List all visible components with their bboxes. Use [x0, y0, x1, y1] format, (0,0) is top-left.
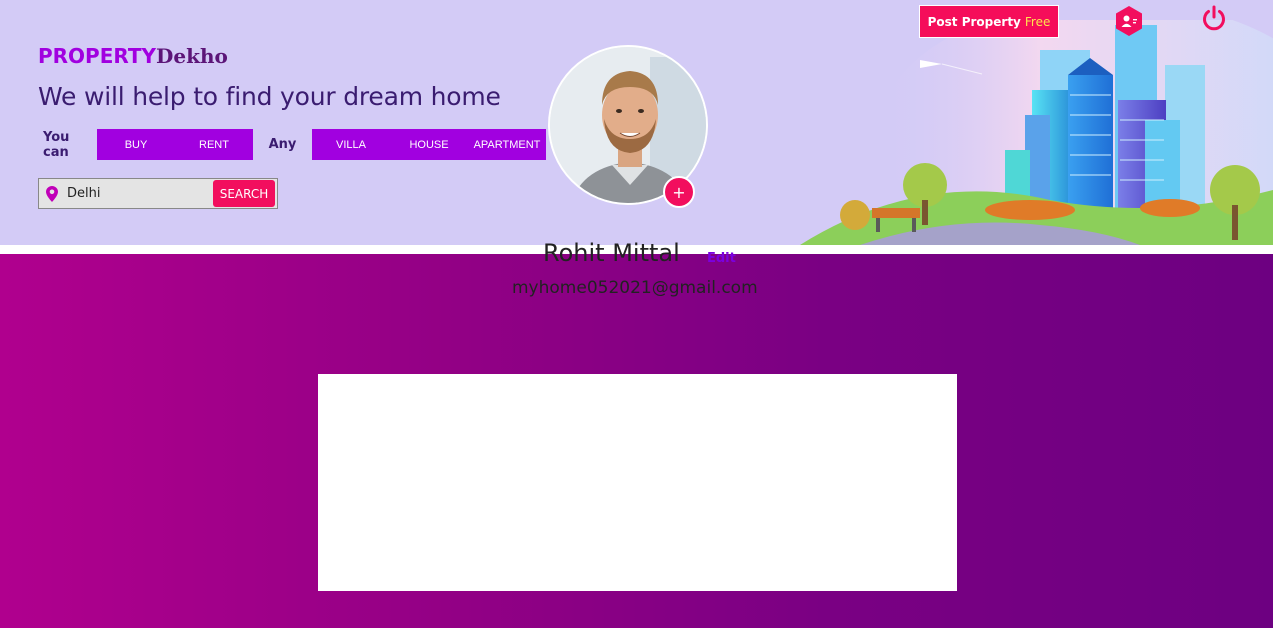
profile-section	[0, 254, 1273, 628]
profile-card	[318, 374, 957, 591]
house-button[interactable]: HOUSE	[390, 129, 468, 160]
city-illustration	[800, 20, 1273, 245]
any-label: Any	[268, 137, 297, 152]
you-can-label: You can	[43, 129, 70, 160]
apartment-button[interactable]: APARTMENT	[468, 129, 546, 160]
add-photo-button[interactable]: +	[663, 176, 695, 208]
post-property-label: Post Property	[927, 14, 1021, 29]
hero-tagline: We will help to find your dream home	[38, 82, 501, 111]
brand-logo-part2: Dekho	[156, 44, 228, 68]
user-icon[interactable]	[1115, 6, 1143, 36]
map-pin-icon	[39, 179, 65, 208]
action-button-group: BUY RENT	[97, 129, 253, 160]
brand-logo-part1: PROPERTY	[38, 44, 157, 68]
location-input[interactable]	[65, 179, 211, 208]
rent-button[interactable]: RENT	[175, 129, 253, 160]
location-search: SEARCH	[38, 178, 278, 209]
search-button[interactable]: SEARCH	[213, 180, 275, 207]
type-button-group: VILLA HOUSE APARTMENT	[312, 129, 546, 160]
post-property-button[interactable]: Post Property Free	[919, 5, 1059, 38]
profile-name: Rohit Mittal	[543, 239, 680, 267]
edit-profile-link[interactable]: Edit	[707, 251, 736, 266]
power-icon[interactable]	[1200, 4, 1228, 32]
villa-button[interactable]: VILLA	[312, 129, 390, 160]
buy-button[interactable]: BUY	[97, 129, 175, 160]
brand-logo[interactable]: PROPERTYDekho	[38, 44, 228, 68]
filter-row: You can BUY RENT Any VILLA HOUSE APARTME…	[38, 129, 546, 160]
profile-email: myhome052021@gmail.com	[512, 278, 758, 298]
post-property-free-label: Free	[1024, 14, 1051, 29]
